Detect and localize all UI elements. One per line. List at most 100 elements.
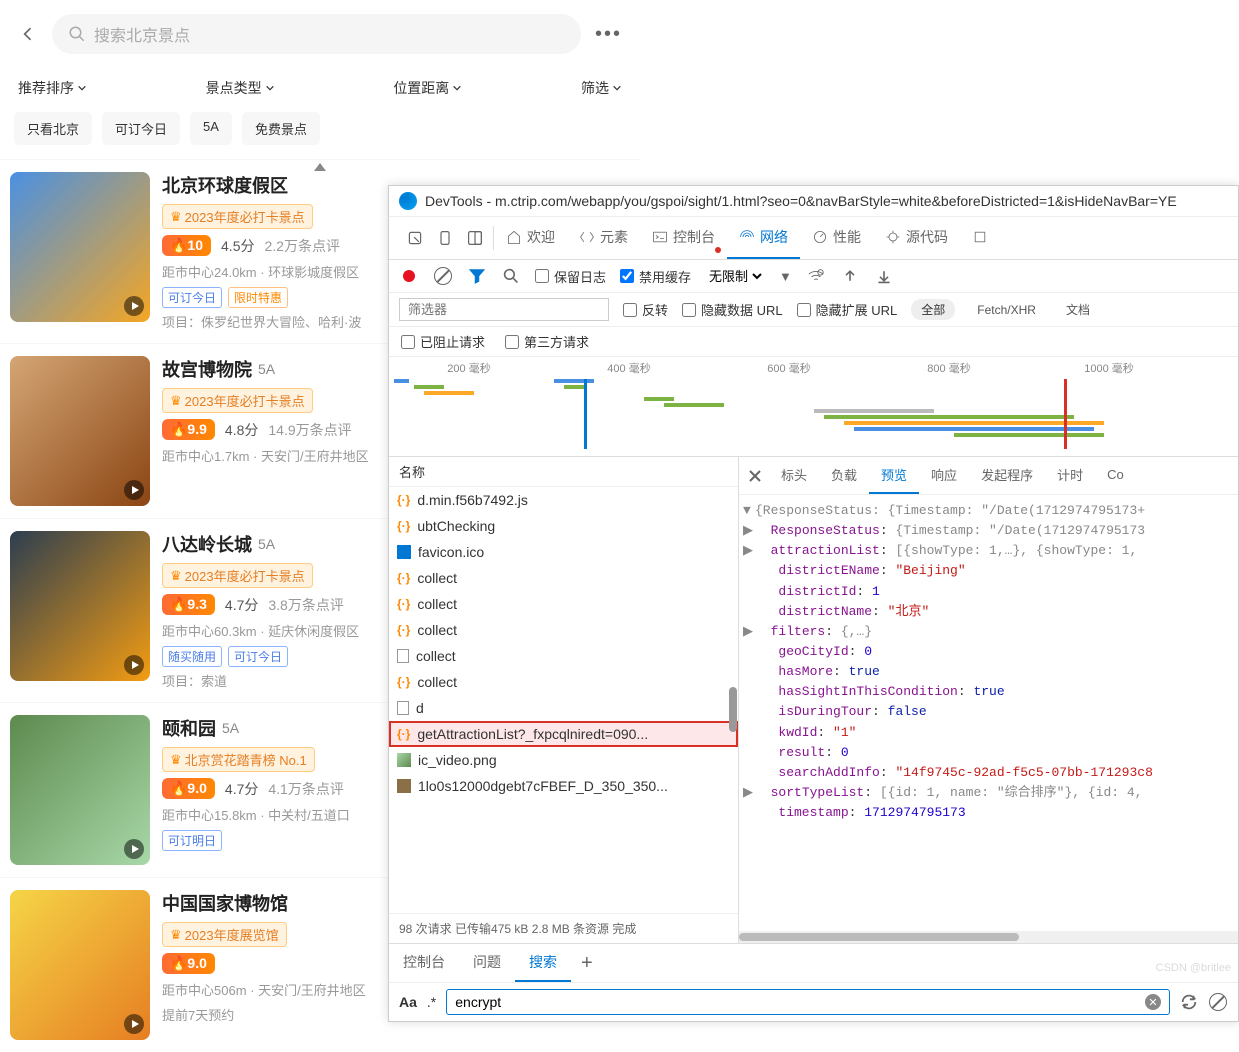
- chip-5a[interactable]: 5A: [190, 112, 232, 145]
- request-name: collect: [417, 596, 457, 612]
- tab-payload[interactable]: 负载: [819, 457, 869, 494]
- request-item[interactable]: 1lo0s12000dgebt7cFBEF_D_350_350...: [389, 773, 738, 799]
- wifi-icon[interactable]: [806, 266, 826, 286]
- drawer-search-input[interactable]: [455, 994, 1145, 1010]
- cancel-icon[interactable]: [1208, 992, 1228, 1012]
- hot-score: 🔥10: [162, 235, 211, 256]
- request-name: collect: [417, 622, 457, 638]
- tab-performance[interactable]: 性能: [800, 217, 873, 259]
- chip-free[interactable]: 免费景点: [242, 112, 320, 145]
- filter-more[interactable]: 筛选: [581, 78, 622, 98]
- case-toggle[interactable]: Aa: [399, 994, 417, 1010]
- doc-icon: [397, 649, 409, 663]
- clear-button[interactable]: [433, 266, 453, 286]
- tab-sources[interactable]: 源代码: [873, 217, 960, 259]
- hide-data-url-checkbox[interactable]: 隐藏数据 URL: [682, 300, 783, 319]
- tab-cookies[interactable]: Co: [1095, 459, 1136, 492]
- thirdparty-checkbox[interactable]: 第三方请求: [505, 332, 589, 351]
- request-item[interactable]: d: [389, 695, 738, 721]
- tab-preview[interactable]: 预览: [869, 457, 919, 494]
- search-icon: [68, 25, 86, 43]
- drawer-console[interactable]: 控制台: [389, 944, 459, 982]
- disable-cache-checkbox[interactable]: 禁用缓存: [620, 267, 691, 286]
- request-item[interactable]: collect: [389, 643, 738, 669]
- dock-icon[interactable]: [463, 226, 487, 250]
- card-thumbnail: [10, 715, 150, 865]
- request-item[interactable]: {·}getAttractionList?_fxpcqlniredt=090..…: [389, 721, 738, 747]
- tab-welcome[interactable]: 欢迎: [494, 217, 567, 259]
- preserve-log-checkbox[interactable]: 保留日志: [535, 267, 606, 286]
- throttle-select[interactable]: 无限制: [705, 268, 765, 285]
- horizontal-scrollbar[interactable]: [739, 931, 1238, 943]
- tab-overflow[interactable]: [960, 219, 1000, 257]
- invert-checkbox[interactable]: 反转: [623, 300, 668, 319]
- upload-icon[interactable]: [840, 266, 860, 286]
- filter-sort[interactable]: 推荐排序: [18, 78, 87, 98]
- hide-ext-url-checkbox[interactable]: 隐藏扩展 URL: [797, 300, 898, 319]
- close-icon[interactable]: [747, 468, 763, 484]
- search-toggle[interactable]: [501, 266, 521, 286]
- filter-fetch[interactable]: Fetch/XHR: [969, 301, 1044, 319]
- device-icon[interactable]: [433, 226, 457, 250]
- filter-all[interactable]: 全部: [911, 299, 955, 320]
- chevron-down-icon: [452, 83, 462, 93]
- network-toolbar: 保留日志 禁用缓存 无限制 ▼: [389, 260, 1238, 293]
- more-icon[interactable]: •••: [595, 23, 622, 46]
- tab-headers[interactable]: 标头: [769, 457, 819, 494]
- clear-search-icon[interactable]: ✕: [1145, 994, 1161, 1010]
- play-icon[interactable]: [124, 1014, 144, 1034]
- request-item[interactable]: {·}collect: [389, 669, 738, 695]
- chip-beijing[interactable]: 只看北京: [14, 112, 92, 145]
- rating: 4.5分: [221, 236, 254, 256]
- scrollbar-thumb[interactable]: [729, 687, 737, 732]
- filter-doc[interactable]: 文档: [1058, 299, 1098, 320]
- json-preview[interactable]: ▼{ResponseStatus: {Timestamp: "/Date(171…: [739, 495, 1238, 931]
- filter-location[interactable]: 位置距离: [393, 78, 462, 98]
- rank-badge: ♛ 2023年度必打卡景点: [162, 563, 313, 588]
- add-drawer-tab[interactable]: +: [571, 948, 603, 979]
- filter-type[interactable]: 景点类型: [206, 78, 275, 98]
- card-thumbnail: [10, 531, 150, 681]
- edge-icon: [399, 192, 417, 210]
- inspect-icon[interactable]: [403, 226, 427, 250]
- request-item[interactable]: {·}collect: [389, 617, 738, 643]
- chevron-down-icon: [612, 83, 622, 93]
- search-input[interactable]: 搜索北京景点: [52, 14, 581, 54]
- play-icon[interactable]: [124, 655, 144, 675]
- tab-elements[interactable]: 元素: [567, 217, 640, 259]
- request-item[interactable]: ic_video.png: [389, 747, 738, 773]
- download-icon[interactable]: [874, 266, 894, 286]
- play-icon[interactable]: [124, 839, 144, 859]
- waterfall-timeline[interactable]: 200 毫秒 400 毫秒 600 毫秒 800 毫秒 1000 毫秒: [389, 357, 1238, 457]
- blocked-checkbox[interactable]: 已阻止请求: [401, 332, 485, 351]
- request-name: ubtChecking: [417, 518, 495, 534]
- chip-today[interactable]: 可订今日: [102, 112, 180, 145]
- request-item[interactable]: {·}collect: [389, 565, 738, 591]
- drawer-issues[interactable]: 问题: [459, 944, 515, 982]
- preview-tabs: 标头 负载 预览 响应 发起程序 计时 Co: [739, 457, 1238, 495]
- refresh-icon[interactable]: [1180, 993, 1198, 1011]
- tab-console[interactable]: 控制台: [640, 217, 727, 259]
- tab-timing[interactable]: 计时: [1045, 457, 1095, 494]
- tab-initiator[interactable]: 发起程序: [969, 457, 1045, 494]
- request-item[interactable]: {·}collect: [389, 591, 738, 617]
- filter-input[interactable]: [399, 298, 609, 321]
- error-badge-dot: [715, 247, 721, 253]
- hot-score: 🔥9.0: [162, 778, 215, 799]
- tab-network[interactable]: 网络: [727, 217, 800, 259]
- record-button[interactable]: [399, 266, 419, 286]
- back-icon[interactable]: [18, 24, 38, 44]
- play-icon[interactable]: [124, 480, 144, 500]
- tab-response[interactable]: 响应: [919, 457, 969, 494]
- play-icon[interactable]: [124, 296, 144, 316]
- filter-toggle[interactable]: [467, 266, 487, 286]
- regex-toggle[interactable]: .*: [427, 994, 436, 1010]
- request-item[interactable]: {·}ubtChecking: [389, 513, 738, 539]
- request-list: 名称 {·}d.min.f56b7492.js{·}ubtCheckingfav…: [389, 457, 739, 943]
- request-item[interactable]: {·}d.min.f56b7492.js: [389, 487, 738, 513]
- request-item[interactable]: favicon.ico: [389, 539, 738, 565]
- chevron-up-icon[interactable]: [314, 159, 326, 171]
- drawer-search[interactable]: 搜索: [515, 944, 571, 982]
- devtools-tabs: 欢迎 元素 控制台 网络 性能 源代码: [389, 217, 1238, 260]
- tag: 可订今日: [162, 287, 222, 308]
